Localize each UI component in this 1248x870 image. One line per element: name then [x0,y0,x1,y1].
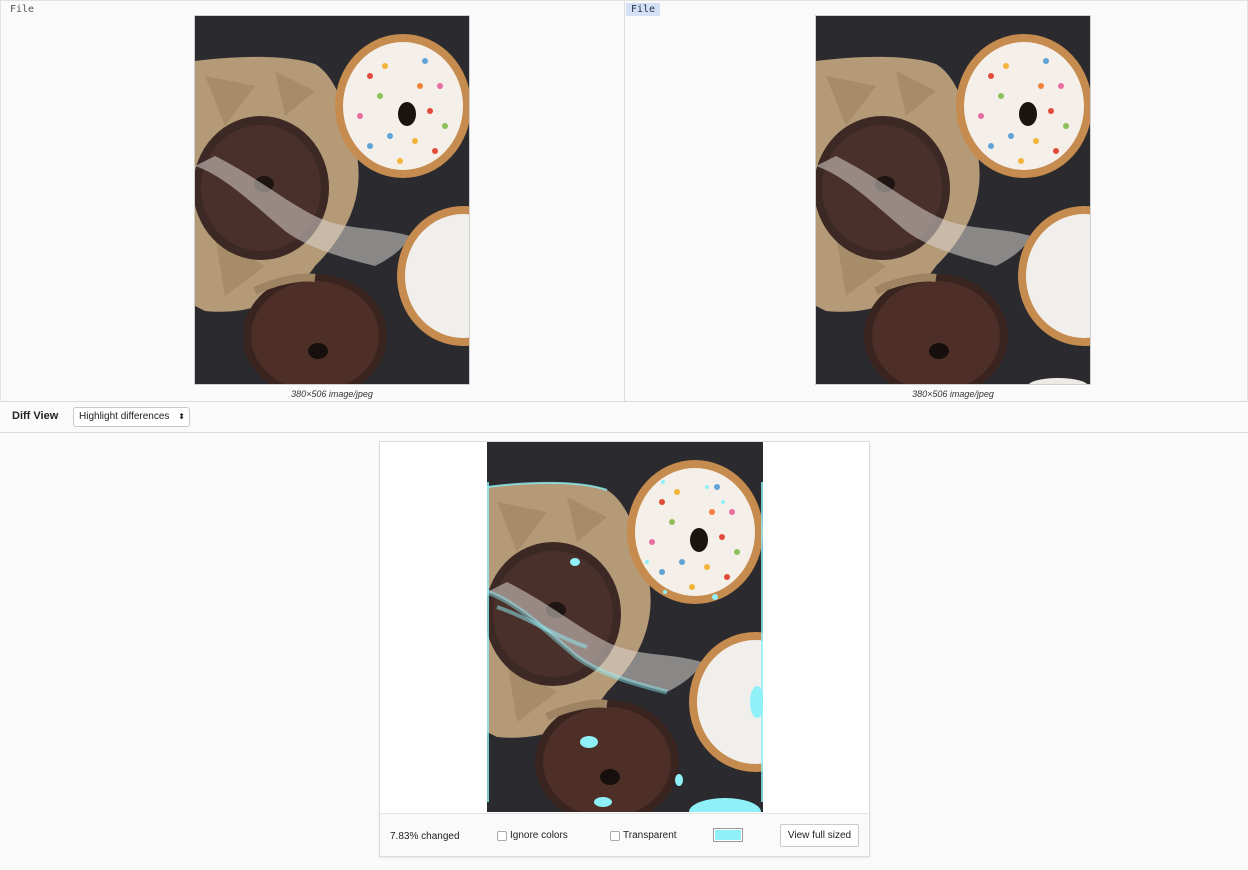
view-full-sized-button[interactable]: View full sized [780,824,859,847]
checkbox-icon[interactable] [610,830,620,841]
diff-image [487,442,763,812]
left-image-pane: File 380×506 image/jpeg [0,1,625,402]
changed-percentage: 7.83% changed [390,831,460,842]
right-image-meta: 380×506 image/jpeg [912,389,994,399]
left-image-meta: 380×506 image/jpeg [291,389,373,399]
transparent-checkbox[interactable]: Transparent [610,830,677,841]
ignore-colors-label: Ignore colors [510,830,568,841]
right-image [815,15,1091,385]
highlight-color-picker[interactable] [713,828,743,842]
diff-result-panel: 7.83% changed Ignore colors Transparent … [379,441,870,857]
transparent-label: Transparent [623,830,677,841]
comparison-panels: File 380×506 image/jpeg File 380×506 ima… [0,0,1248,402]
diff-view-title: Diff View [12,410,59,422]
checkbox-icon[interactable] [497,830,507,841]
highlight-color-fill [715,830,741,840]
ignore-colors-checkbox[interactable]: Ignore colors [497,830,568,841]
updown-caret-icon: ⬍ [178,412,185,421]
diff-footer: 7.83% changed Ignore colors Transparent … [380,813,869,856]
right-image-pane: File 380×506 image/jpeg [625,1,1248,402]
right-file-label[interactable]: File [626,3,661,16]
left-file-label[interactable]: File [7,3,37,16]
diff-mode-value: Highlight differences [79,411,170,422]
diff-toolbar: Diff View Highlight differences ⬍ [0,402,1248,433]
left-image [194,15,470,385]
diff-mode-select[interactable]: Highlight differences ⬍ [73,407,190,427]
